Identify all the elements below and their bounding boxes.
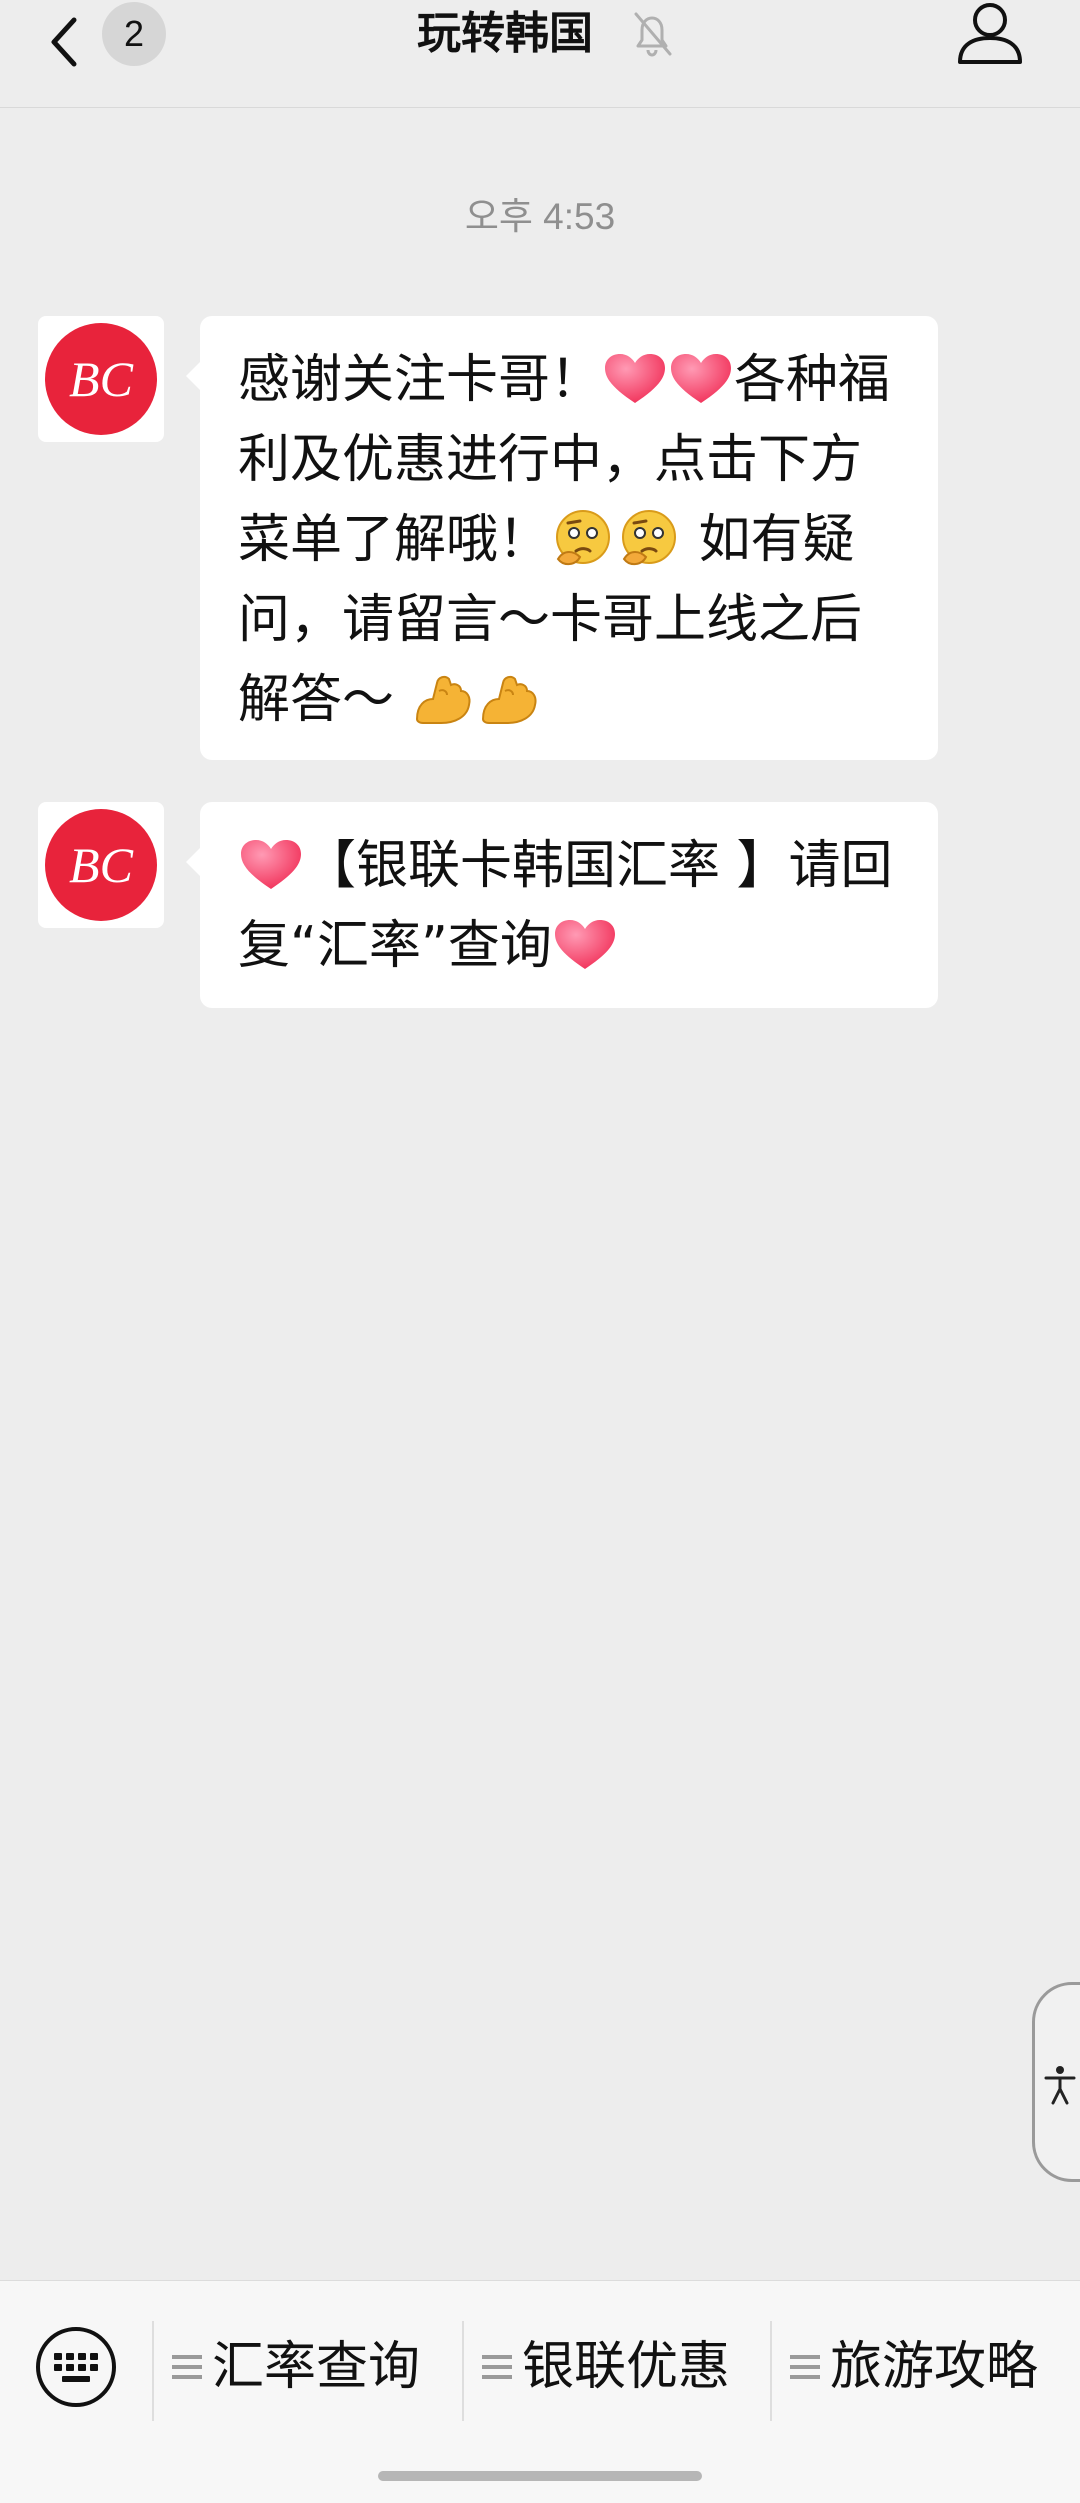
message-bubble[interactable]: 感谢关注卡哥！ 各种福利及优惠进行中，点击下方菜单了解哦！ 如有疑问，请留言～卡哥… xyxy=(186,316,938,760)
menu-item-label: 银联优惠 xyxy=(522,2337,731,2397)
menu-lines-icon xyxy=(482,2355,512,2379)
thinking-face-emoji-icon xyxy=(556,510,611,565)
heart-emoji-icon xyxy=(554,920,615,969)
heart-emoji-icon xyxy=(671,354,732,403)
menu-divider xyxy=(152,2321,154,2421)
bc-logo: BC xyxy=(45,323,157,435)
home-indicator[interactable] xyxy=(378,2471,702,2481)
avatar[interactable]: BC xyxy=(38,802,164,928)
avatar[interactable]: BC xyxy=(38,316,164,442)
menu-divider xyxy=(462,2321,464,2421)
chat-title-text: 玩转韩国 xyxy=(417,8,593,59)
bell-off-icon xyxy=(634,12,672,57)
svg-text:BC: BC xyxy=(69,837,134,893)
accessibility-handle[interactable] xyxy=(1032,1982,1080,2182)
thinking-face-emoji-icon xyxy=(622,510,677,565)
keyboard-icon[interactable] xyxy=(34,2325,118,2409)
menu-lines-icon xyxy=(790,2355,820,2379)
bc-logo: BC xyxy=(45,809,157,921)
heart-emoji-icon xyxy=(605,354,666,403)
chat-title: 玩转韩国 xyxy=(0,2,1010,66)
heart-emoji-icon xyxy=(241,840,301,889)
message-text: 感谢关注卡哥！ xyxy=(238,350,603,410)
menu-item-unionpay-offers[interactable]: 银联优惠 xyxy=(482,2317,730,2417)
menu-bar: 汇率查询 银联优惠 旅游攻略 xyxy=(0,2280,1080,2503)
svg-text:BC: BC xyxy=(69,351,134,407)
flexed-biceps-emoji-icon xyxy=(481,675,537,724)
flexed-biceps-emoji-icon xyxy=(415,675,471,724)
chat-header: 2 玩转韩国 xyxy=(0,0,1080,108)
menu-divider xyxy=(770,2321,772,2421)
menu-item-label: 汇率查询 xyxy=(212,2337,421,2397)
accessibility-person-icon xyxy=(1044,2066,1076,2105)
menu-lines-icon xyxy=(172,2355,202,2379)
menu-item-label: 旅游攻略 xyxy=(830,2337,1039,2397)
menu-item-exchange-rate[interactable]: 汇率查询 xyxy=(172,2317,420,2417)
message-bubble[interactable]: 【银联卡韩国汇率 】请回复“汇率”查询 xyxy=(186,802,938,1008)
message-timestamp: 오후 4:53 xyxy=(464,196,616,237)
menu-item-travel-guide[interactable]: 旅游攻略 xyxy=(790,2317,1038,2417)
person-icon[interactable] xyxy=(952,0,1028,70)
